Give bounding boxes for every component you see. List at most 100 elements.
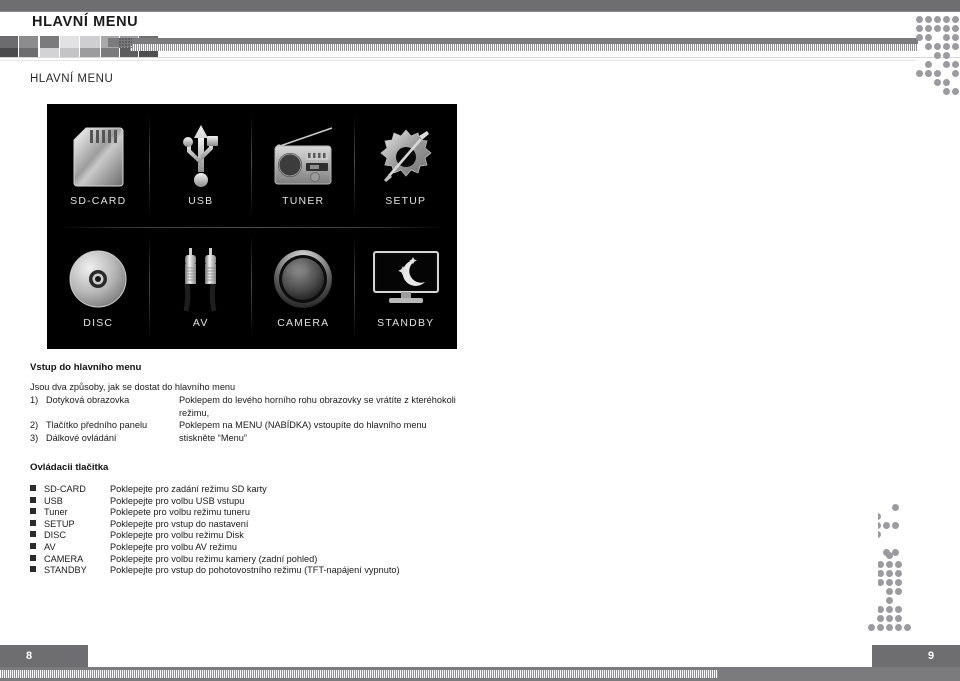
control-row: CAMERA Poklepejte pro volbu režimu kamery… <box>30 554 400 566</box>
control-row: STANDBY Poklepejte pro vstup do pohotovos… <box>30 565 400 577</box>
square-bullet-icon <box>30 531 36 538</box>
header-rail-ticks <box>130 44 918 51</box>
decorative-dot <box>952 61 959 68</box>
howto-row-description-line1: Poklepem do levého horního rohu obrazovk… <box>179 395 456 405</box>
howto-row: 3) Dálkové ovládání stiskněte “Menu” <box>30 432 456 445</box>
rca-cable-icon <box>176 246 226 312</box>
header-divider-rule <box>0 57 960 58</box>
decorative-dot <box>886 615 893 622</box>
decorative-dot <box>934 70 941 77</box>
decorative-dot <box>916 16 923 23</box>
decorative-dot <box>952 34 959 41</box>
gear-screwdriver-icon <box>375 124 437 190</box>
decorative-dot <box>934 52 941 59</box>
decorative-dot <box>877 579 884 586</box>
decorative-dot <box>916 70 923 77</box>
decorative-dot <box>925 61 932 68</box>
decorative-dot <box>952 70 959 77</box>
decorative-dot <box>934 79 941 86</box>
howto-heading: Vstup do hlavního menu <box>30 362 142 373</box>
decorative-dot <box>943 43 950 50</box>
howto-row-mode: Dotyková obrazovka <box>46 395 130 405</box>
tv-moon-icon <box>371 246 441 312</box>
howto-rows: Jsou dva způsoby, jak se dostat do hlavn… <box>30 381 456 444</box>
device-menu-item-label: USB <box>188 194 214 207</box>
color-chip-bottom <box>60 48 79 57</box>
device-menu-item-camera[interactable]: CAMERA <box>252 227 355 350</box>
decorative-dot <box>943 79 950 86</box>
device-main-menu-screenshot: SD-CARD USB TUNER SETUP DISC AV CAMERA S… <box>47 104 457 349</box>
decorative-dot <box>877 561 884 568</box>
howto-row-description: Poklepem do levého horního rohu obrazovk… <box>179 394 456 419</box>
device-menu-item-label: DISC <box>83 317 114 330</box>
device-menu-item-label: STANDBY <box>377 317 435 330</box>
howto-row-description-line1: stiskněte “Menu” <box>179 432 247 443</box>
howto-row-mode: Dálkové ovládání <box>46 432 117 443</box>
decorative-dot <box>895 615 902 622</box>
control-row: USB Poklepejte pro volbu USB vstupu <box>30 496 400 508</box>
page-number-right: 9 <box>872 645 960 667</box>
device-menu-item-setup[interactable]: SETUP <box>355 104 458 227</box>
howto-row-number: 1) <box>30 395 39 405</box>
howto-row: 2) Tlačítko předního panelu Poklepem na ME… <box>30 419 456 432</box>
square-bullet-icon <box>30 496 36 503</box>
decorative-dot <box>886 606 893 613</box>
decorative-dot <box>886 588 893 595</box>
color-chip-2 <box>40 36 59 57</box>
decorative-dot <box>895 588 902 595</box>
control-row-key: SETUP <box>44 518 75 529</box>
top-bar <box>0 0 960 12</box>
running-header-title: HLAVNÍ MENU <box>32 14 139 30</box>
howto-intro: Jsou dva způsoby, jak se dostat do hlavn… <box>30 382 236 392</box>
device-menu-item-label: SETUP <box>385 194 427 207</box>
decorative-dot <box>943 61 950 68</box>
square-bullet-icon <box>30 554 36 561</box>
color-chip-top <box>80 36 100 48</box>
square-bullet-icon <box>30 519 36 526</box>
control-row-description: Poklepejte pro volbu režimu kamery (zadn… <box>110 553 318 564</box>
decorative-dot <box>895 624 902 631</box>
device-menu-item-tuner[interactable]: TUNER <box>252 104 355 227</box>
decorative-dot <box>943 34 950 41</box>
device-menu-item-sd-card[interactable]: SD-CARD <box>47 104 150 227</box>
controls-list: SD-CARD Poklepejte pro zadání režimu SD k… <box>30 484 400 577</box>
color-chip-0 <box>0 36 18 57</box>
decorative-dot <box>892 504 899 511</box>
decorative-dot <box>877 570 884 577</box>
device-menu-item-label: SD-CARD <box>70 194 127 207</box>
decorative-dot <box>943 88 950 95</box>
control-row-key: AV <box>44 541 56 552</box>
manual-page: HLAVNÍ MENU HLAVNÍ MENU SD-CARD USB TUNE… <box>0 0 960 681</box>
decorative-dot <box>943 25 950 32</box>
color-chip-bottom <box>0 48 18 57</box>
control-row: SETUP Poklepejte pro vstup do nastavení <box>30 519 400 531</box>
control-row-key: STANDBY <box>44 565 87 576</box>
decorative-dot <box>886 552 893 559</box>
decorative-dot <box>943 16 950 23</box>
device-menu-item-standby[interactable]: STANDBY <box>355 227 458 350</box>
color-chip-bottom <box>80 48 100 57</box>
device-menu-item-label: AV <box>192 317 209 330</box>
color-chip-3 <box>60 36 79 57</box>
device-menu-item-disc[interactable]: DISC <box>47 227 150 350</box>
decorative-dot <box>934 16 941 23</box>
decorative-dot <box>892 522 899 529</box>
square-bullet-icon <box>30 508 36 515</box>
decorative-dot <box>883 522 890 529</box>
device-menu-item-usb[interactable]: USB <box>150 104 253 227</box>
howto-row-number: 3) <box>30 432 39 443</box>
usb-icon <box>178 124 224 190</box>
control-row: AV Poklepejte pro volbu AV režimu <box>30 542 400 554</box>
disc-icon <box>68 246 128 312</box>
control-row: DISC Poklepejte pro volbu režimu Disk <box>30 530 400 542</box>
decorative-dot <box>925 70 932 77</box>
bottom-rail-ticks <box>0 670 718 678</box>
decorative-dot <box>892 549 899 556</box>
device-menu-item-av[interactable]: AV <box>150 227 253 350</box>
control-row-description: Poklepejte pro volbu režimu Disk <box>110 530 244 541</box>
decorative-dot <box>895 561 902 568</box>
color-chip-top <box>60 36 79 48</box>
decorative-dot <box>877 606 884 613</box>
decorative-dot <box>925 16 932 23</box>
howto-row: 1) Dotyková obrazovka Poklepem do levého h… <box>30 394 456 419</box>
